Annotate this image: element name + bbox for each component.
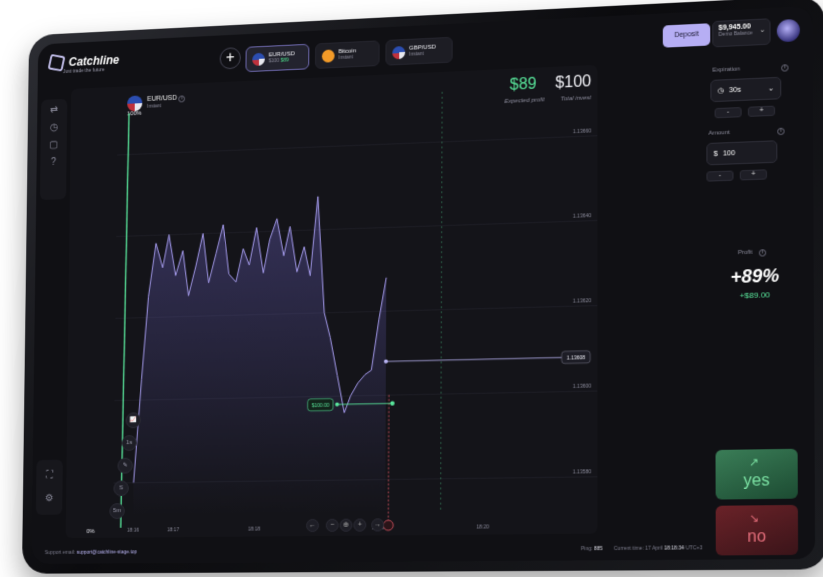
expiration-select[interactable]: ◷ 30s ⌄: [710, 77, 781, 102]
tab-sub: Instant: [338, 54, 356, 61]
y-tick-label: 1.13580: [573, 470, 592, 477]
amount-minus-button[interactable]: -: [706, 170, 733, 181]
y-tick-label: 1.13620: [573, 298, 592, 305]
grid-line: [117, 136, 597, 155]
entry-label: $100.00: [312, 403, 330, 409]
x-tick-label: 18:17: [167, 527, 179, 533]
x-tick-label: 18:20: [477, 524, 490, 530]
sidebar-group-top: ⇄ ◷ ▢ ?: [40, 99, 67, 200]
brand-tagline: Just trade the future: [63, 67, 105, 75]
close-line: [388, 395, 389, 523]
x-tick-label: 18:18: [248, 526, 260, 532]
left-sidebar: ⇄ ◷ ▢ ? ⛶ ⚙: [36, 99, 67, 519]
time-clock: 18:18:34: [664, 545, 684, 551]
brand-name: Catchline: [69, 53, 120, 69]
amount-label: Amount: [708, 130, 730, 137]
close-marker: [383, 520, 393, 530]
bitcoin-icon: [322, 49, 335, 62]
tablet-device: Catchline Just trade the future + EUR/US…: [22, 0, 823, 574]
chat-icon[interactable]: ▢: [48, 140, 59, 152]
tab-sub: Instant: [409, 50, 436, 57]
profit-amount: +$89.00: [705, 289, 806, 301]
balance-label: Demo Balance: [719, 30, 765, 38]
amount-plus-button[interactable]: +: [740, 169, 767, 180]
clock-icon: ◷: [718, 86, 724, 94]
support-label: Support email:: [45, 550, 75, 556]
trend-down-icon: ↘: [749, 512, 759, 526]
gbp-usd-flag-icon: [392, 45, 405, 58]
time-date: 17 April: [645, 545, 662, 551]
deposit-button[interactable]: Deposit: [663, 23, 710, 47]
zoom-in-button[interactable]: +: [353, 518, 366, 531]
expiration-value: 30s: [729, 86, 741, 94]
time-zone: UTC+3: [686, 545, 703, 551]
currency-sign: $: [714, 150, 718, 157]
tab-amount: $100: [269, 58, 280, 64]
scroll-right-button[interactable]: →: [371, 518, 384, 531]
scene: Catchline Just trade the future + EUR/US…: [0, 0, 823, 577]
support-email-link[interactable]: support@catchline-stage.top: [76, 549, 137, 555]
profit-percent: +89%: [705, 264, 806, 288]
yes-button[interactable]: ↗ yes: [716, 449, 798, 500]
trend-up-icon: ↗: [749, 456, 759, 470]
current-price-line: [386, 358, 562, 362]
add-asset-button[interactable]: +: [220, 47, 241, 69]
time-label: Current time:: [614, 546, 644, 552]
gear-icon[interactable]: ⚙: [43, 493, 54, 505]
y-tick-label: 1.13600: [573, 384, 592, 391]
expiry-line: [441, 92, 443, 513]
tab-eur-usd[interactable]: EUR/USD $100 $89: [245, 44, 309, 72]
expiration-plus-button[interactable]: +: [748, 106, 775, 117]
trade-panel: Expiration i ◷ 30s ⌄ - + Amount i $ 100 …: [704, 55, 806, 541]
sidebar-group-bottom: ⛶ ⚙: [36, 460, 63, 515]
ping-text: Ping: 885: [581, 546, 603, 552]
current-time: Current time: 17 April 18:18:34 UTC+3: [614, 545, 703, 552]
info-icon[interactable]: i: [777, 128, 784, 135]
info-icon[interactable]: i: [781, 64, 788, 71]
tab-gbp-usd[interactable]: GBP/USD Instant: [385, 37, 452, 66]
amount-input[interactable]: $ 100: [706, 140, 777, 165]
tab-sub: $100 $89: [269, 57, 295, 64]
chevron-down-icon: ⌄: [759, 26, 765, 34]
y-tick-label: 1.13660: [573, 129, 592, 136]
profit-label: Profit: [738, 250, 753, 257]
balance-selector[interactable]: $9,945.00 Demo Balance ⌄: [712, 18, 770, 47]
chart-area[interactable]: EUR/USD i Instant 100% 0% $89 Expected p…: [66, 65, 598, 538]
yes-label: yes: [716, 472, 798, 492]
entry-end-dot: [390, 401, 394, 405]
price-chart[interactable]: 1.13660 1.13640 1.13620 1.13600 1.13580 18:16…: [66, 65, 598, 538]
y-tick-label: 1.13640: [573, 213, 592, 220]
avatar[interactable]: [777, 19, 800, 42]
chevron-down-icon: ⌄: [768, 84, 774, 92]
info-icon[interactable]: i: [759, 249, 766, 256]
amount-value: 100: [723, 150, 735, 158]
x-tick-label: 18:16: [127, 528, 139, 534]
support-text: Support email: support@catchline-stage.t…: [45, 549, 137, 556]
swap-icon[interactable]: ⇄: [48, 105, 59, 117]
history-icon[interactable]: ◷: [48, 122, 59, 134]
expiration-label: Expiration: [712, 66, 740, 73]
eur-usd-flag-icon: [252, 52, 265, 65]
tab-profit: $89: [281, 57, 289, 63]
tab-bitcoin[interactable]: Bitcoin Instant: [315, 40, 380, 69]
ping-label: Ping:: [581, 546, 593, 552]
current-price-label: 1.13608: [567, 355, 586, 362]
ping-value: 885: [594, 546, 603, 552]
help-icon[interactable]: ?: [48, 157, 59, 169]
fullscreen-icon[interactable]: ⛶: [44, 470, 55, 482]
grid-line: [116, 220, 597, 236]
price-area: [133, 194, 387, 516]
expiration-minus-button[interactable]: -: [715, 107, 742, 118]
app-screen: Catchline Just trade the future + EUR/US…: [31, 6, 815, 564]
